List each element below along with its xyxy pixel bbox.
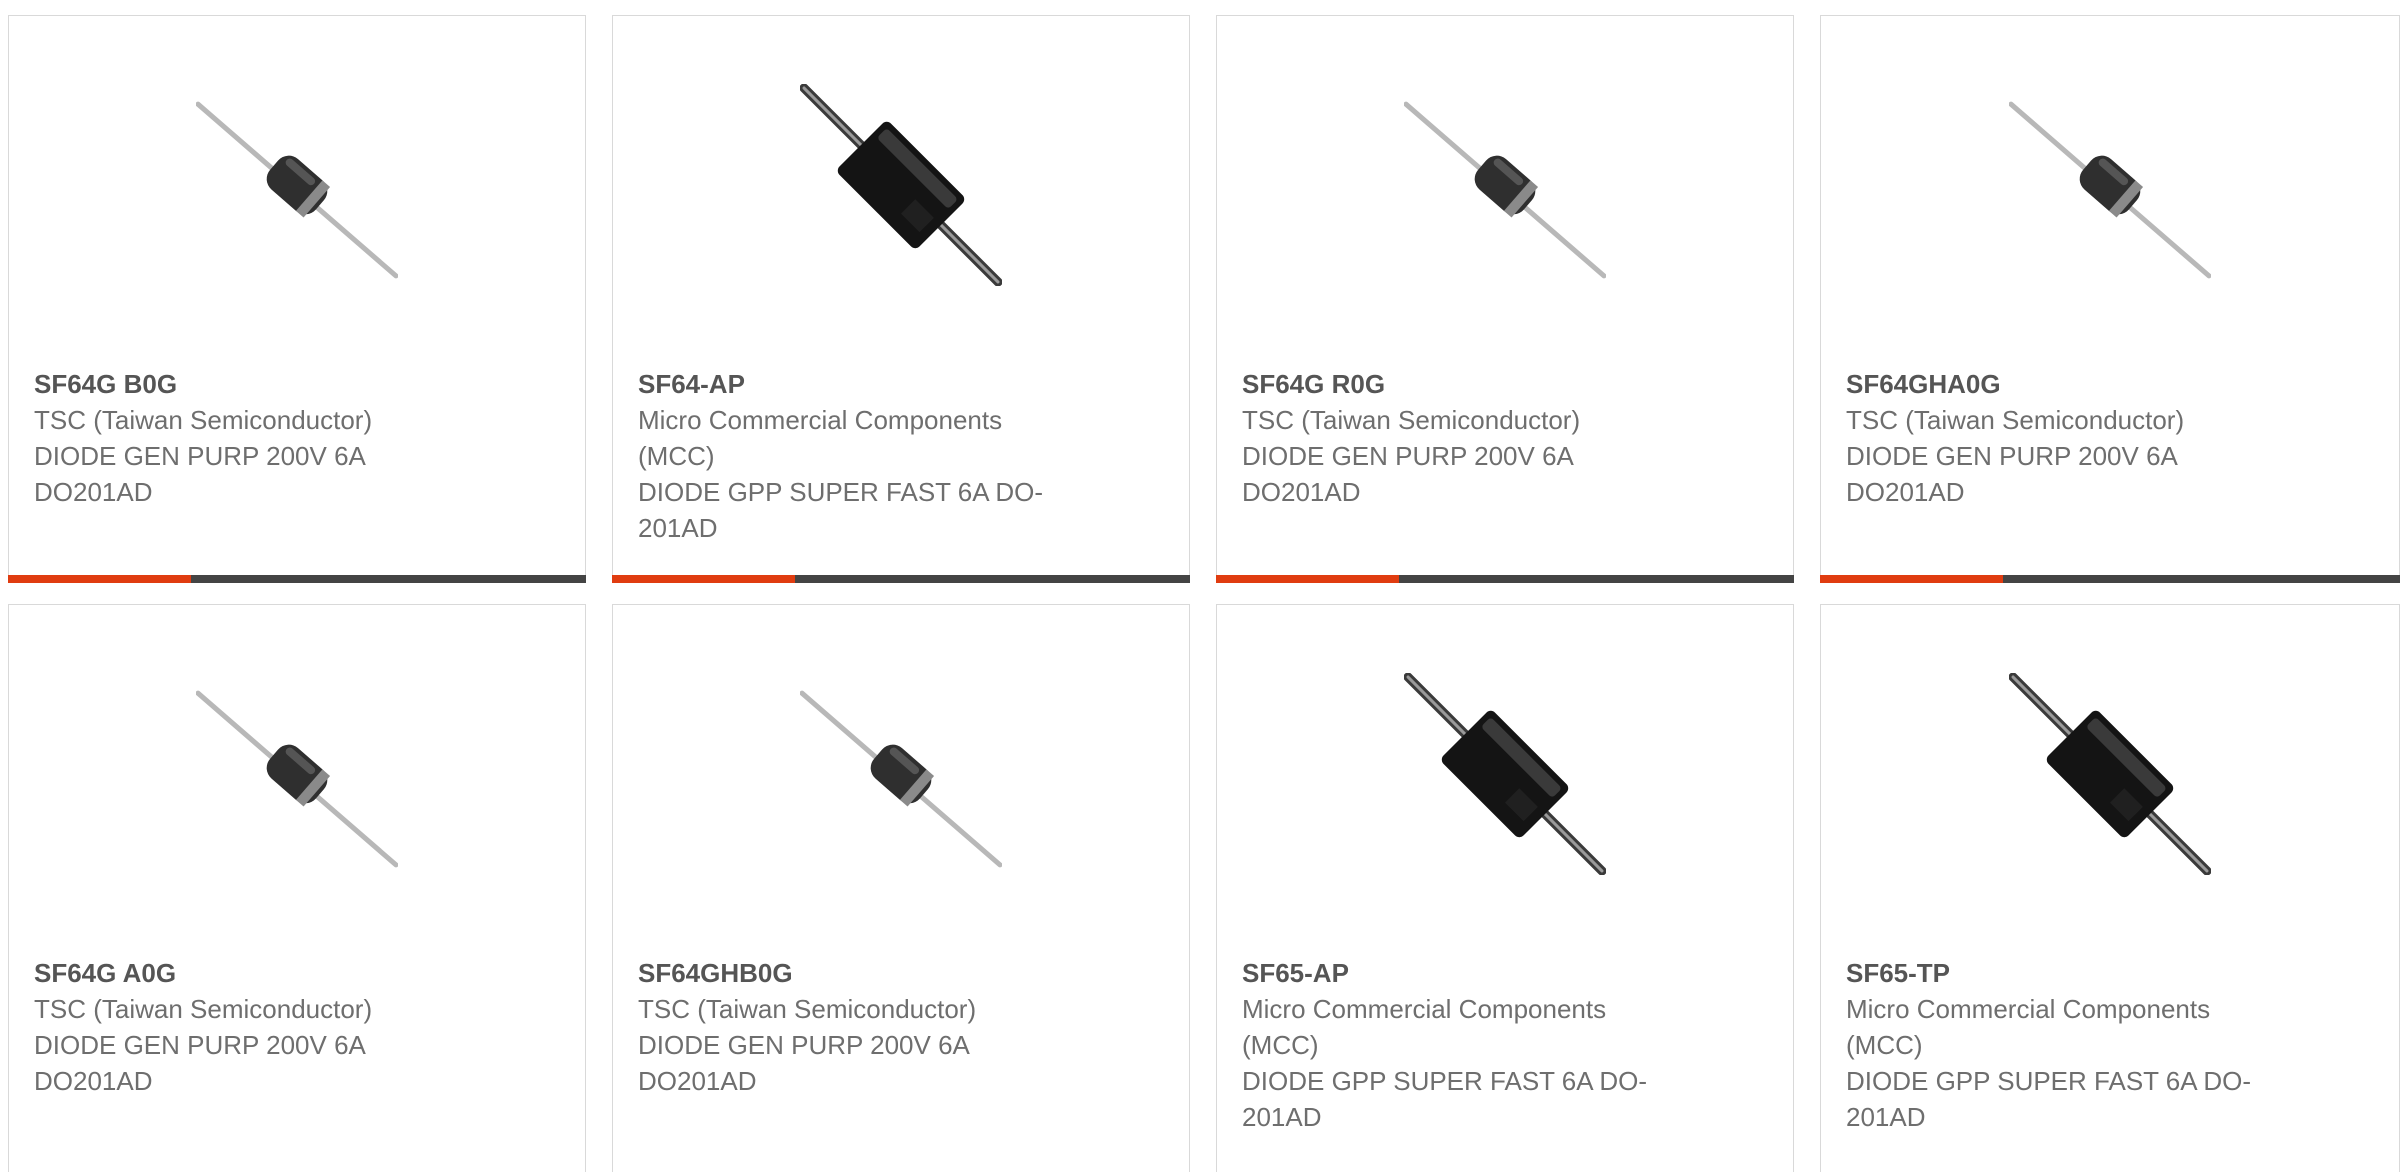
- product-image[interactable]: [1217, 673, 1793, 875]
- card-accent-bar: [1820, 575, 2003, 583]
- product-info: SF64GHB0G TSC (Taiwan Semiconductor) DIO…: [638, 955, 1068, 1099]
- description: DIODE GEN PURP 200V 6A DO201AD: [1846, 441, 2177, 507]
- product-info: SF65-TP Micro Commercial Components (MCC…: [1846, 955, 2276, 1135]
- product-image[interactable]: [9, 84, 585, 286]
- description: DIODE GPP SUPER FAST 6A DO-201AD: [1242, 1066, 1648, 1132]
- product-image[interactable]: [9, 673, 585, 875]
- manufacturer: TSC (Taiwan Semiconductor): [1846, 405, 2185, 435]
- part-number-link[interactable]: SF64G B0G: [34, 366, 464, 402]
- axial-diode-small-icon: [1404, 101, 1606, 279]
- product-info: SF64G A0G TSC (Taiwan Semiconductor) DIO…: [34, 955, 464, 1099]
- description: DIODE GEN PURP 200V 6A DO201AD: [34, 441, 365, 507]
- product-image[interactable]: [613, 673, 1189, 875]
- product-image[interactable]: [1217, 84, 1793, 286]
- axial-diode-large-icon: [800, 84, 1002, 286]
- product-card[interactable]: SF64GHB0G TSC (Taiwan Semiconductor) DIO…: [612, 604, 1190, 1172]
- part-number-link[interactable]: SF65-TP: [1846, 955, 2276, 991]
- axial-diode-small-icon: [2009, 101, 2211, 279]
- card-bottom-bar: [8, 575, 586, 583]
- product-image[interactable]: [613, 84, 1189, 286]
- product-info: SF65-AP Micro Commercial Components (MCC…: [1242, 955, 1672, 1135]
- card-bottom-bar: [1216, 575, 1794, 583]
- manufacturer: TSC (Taiwan Semiconductor): [34, 405, 373, 435]
- product-card[interactable]: SF64-AP Micro Commercial Components (MCC…: [612, 15, 1190, 583]
- description: DIODE GEN PURP 200V 6A DO201AD: [34, 1030, 365, 1096]
- manufacturer: Micro Commercial Components (MCC): [1242, 994, 1607, 1060]
- part-number-link[interactable]: SF64G R0G: [1242, 366, 1672, 402]
- description: DIODE GEN PURP 200V 6A DO201AD: [1242, 441, 1573, 507]
- manufacturer: Micro Commercial Components (MCC): [638, 405, 1003, 471]
- card-accent-bar: [8, 575, 191, 583]
- axial-diode-small-icon: [196, 690, 398, 868]
- part-number-link[interactable]: SF64GHA0G: [1846, 366, 2276, 402]
- product-info: SF64G R0G TSC (Taiwan Semiconductor) DIO…: [1242, 366, 1672, 510]
- product-image[interactable]: [1821, 673, 2399, 875]
- product-grid: SF64G B0G TSC (Taiwan Semiconductor) DIO…: [0, 0, 2400, 1172]
- product-card[interactable]: SF64G R0G TSC (Taiwan Semiconductor) DIO…: [1216, 15, 1794, 583]
- product-image[interactable]: [1821, 84, 2399, 286]
- part-number-link[interactable]: SF64GHB0G: [638, 955, 1068, 991]
- manufacturer: TSC (Taiwan Semiconductor): [1242, 405, 1581, 435]
- card-accent-bar: [1216, 575, 1399, 583]
- product-card[interactable]: SF65-AP Micro Commercial Components (MCC…: [1216, 604, 1794, 1172]
- part-number-link[interactable]: SF65-AP: [1242, 955, 1672, 991]
- description: DIODE GPP SUPER FAST 6A DO-201AD: [1846, 1066, 2252, 1132]
- manufacturer: TSC (Taiwan Semiconductor): [34, 994, 373, 1024]
- description: DIODE GEN PURP 200V 6A DO201AD: [638, 1030, 969, 1096]
- product-card[interactable]: SF65-TP Micro Commercial Components (MCC…: [1820, 604, 2400, 1172]
- part-number-link[interactable]: SF64G A0G: [34, 955, 464, 991]
- product-card[interactable]: SF64G B0G TSC (Taiwan Semiconductor) DIO…: [8, 15, 586, 583]
- axial-diode-small-icon: [800, 690, 1002, 868]
- description: DIODE GPP SUPER FAST 6A DO-201AD: [638, 477, 1044, 543]
- axial-diode-small-icon: [196, 101, 398, 279]
- axial-diode-large-icon: [2009, 673, 2211, 875]
- part-number-link[interactable]: SF64-AP: [638, 366, 1068, 402]
- card-bottom-bar: [612, 575, 1190, 583]
- product-info: SF64G B0G TSC (Taiwan Semiconductor) DIO…: [34, 366, 464, 510]
- product-card[interactable]: SF64GHA0G TSC (Taiwan Semiconductor) DIO…: [1820, 15, 2400, 583]
- axial-diode-large-icon: [1404, 673, 1606, 875]
- card-bottom-bar: [1820, 575, 2400, 583]
- card-accent-bar: [612, 575, 795, 583]
- product-info: SF64GHA0G TSC (Taiwan Semiconductor) DIO…: [1846, 366, 2276, 510]
- product-card[interactable]: SF64G A0G TSC (Taiwan Semiconductor) DIO…: [8, 604, 586, 1172]
- product-info: SF64-AP Micro Commercial Components (MCC…: [638, 366, 1068, 546]
- manufacturer: TSC (Taiwan Semiconductor): [638, 994, 977, 1024]
- manufacturer: Micro Commercial Components (MCC): [1846, 994, 2211, 1060]
